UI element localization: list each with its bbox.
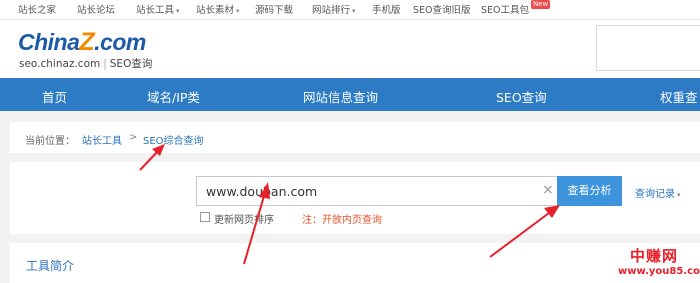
- breadcrumb: 当前位置： 站长工具 > SEO综合查询: [10, 122, 700, 153]
- watermark-logo: 中赚网: [630, 247, 679, 265]
- top-link-tools[interactable]: 站长工具 ▾: [136, 2, 180, 16]
- top-utility-bar: 站长之家 站长论坛 站长工具 ▾ 站长素材 ▾ 源码下载 网站排行 ▾ 手机版 SEO…: [0, 0, 700, 20]
- analyze-button[interactable]: 查看分析: [557, 176, 622, 206]
- search-panel: × 查看分析 查询记录▾ 更新网页排序 注：开放内页查询: [10, 162, 700, 234]
- breadcrumb-separator: >: [129, 132, 138, 143]
- update-rank-label: 更新网页排序: [214, 215, 274, 226]
- nav-item-home[interactable]: 首页: [42, 87, 67, 106]
- update-rank-checkbox[interactable]: [200, 212, 210, 222]
- nav-item-domain-ip[interactable]: 域名/IP类: [147, 87, 200, 106]
- top-link-mobile[interactable]: 手机版: [372, 2, 401, 16]
- query-history-dropdown[interactable]: 查询记录 ▾: [635, 185, 681, 200]
- top-link-assets[interactable]: 站长素材 ▾: [196, 2, 240, 16]
- nav-item-site-info[interactable]: 网站信息查询: [303, 87, 378, 106]
- watermark-url: www.you85.com: [618, 266, 700, 277]
- breadcrumb-tools-link[interactable]: 站长工具: [82, 132, 122, 147]
- chevron-down-icon: ▾: [352, 7, 356, 15]
- new-badge: New: [531, 0, 551, 9]
- chevron-down-icon: ▾: [176, 7, 180, 15]
- top-link-forum[interactable]: 站长论坛: [77, 2, 115, 16]
- top-link-ranking[interactable]: 网站排行 ▾: [312, 2, 356, 16]
- breadcrumb-prefix: 当前位置：: [25, 136, 75, 147]
- top-link-source-download[interactable]: 源码下载: [255, 2, 293, 16]
- breadcrumb-current[interactable]: SEO综合查询: [143, 132, 204, 147]
- chevron-down-icon: ▾: [677, 191, 681, 199]
- header-search-box[interactable]: [596, 25, 700, 71]
- top-link-seo-toolkit[interactable]: SEO工具包: [481, 2, 529, 16]
- top-link-seo-old[interactable]: SEO查询旧版: [413, 2, 471, 16]
- logo-subtitle: seo.chinaz.com | SEO查询: [19, 58, 153, 70]
- site-header: ChinaZ.com seo.chinaz.com | SEO查询: [0, 20, 700, 78]
- clear-icon[interactable]: ×: [542, 182, 554, 198]
- tool-intro-title: 工具简介: [26, 259, 75, 273]
- domain-search-input[interactable]: [196, 176, 569, 206]
- inner-page-note: 注：开放内页查询: [302, 215, 382, 226]
- chevron-down-icon: ▾: [236, 7, 240, 15]
- tool-intro-panel: 工具简介: [10, 243, 700, 283]
- main-nav: 首页 域名/IP类 网站信息查询 SEO查询 权重查: [0, 78, 700, 111]
- chinaz-logo[interactable]: ChinaZ.com: [18, 28, 146, 57]
- nav-item-weight[interactable]: 权重查: [660, 87, 698, 106]
- top-link-zhanzhangzhijia[interactable]: 站长之家: [18, 2, 56, 16]
- nav-item-seo[interactable]: SEO查询: [496, 87, 547, 106]
